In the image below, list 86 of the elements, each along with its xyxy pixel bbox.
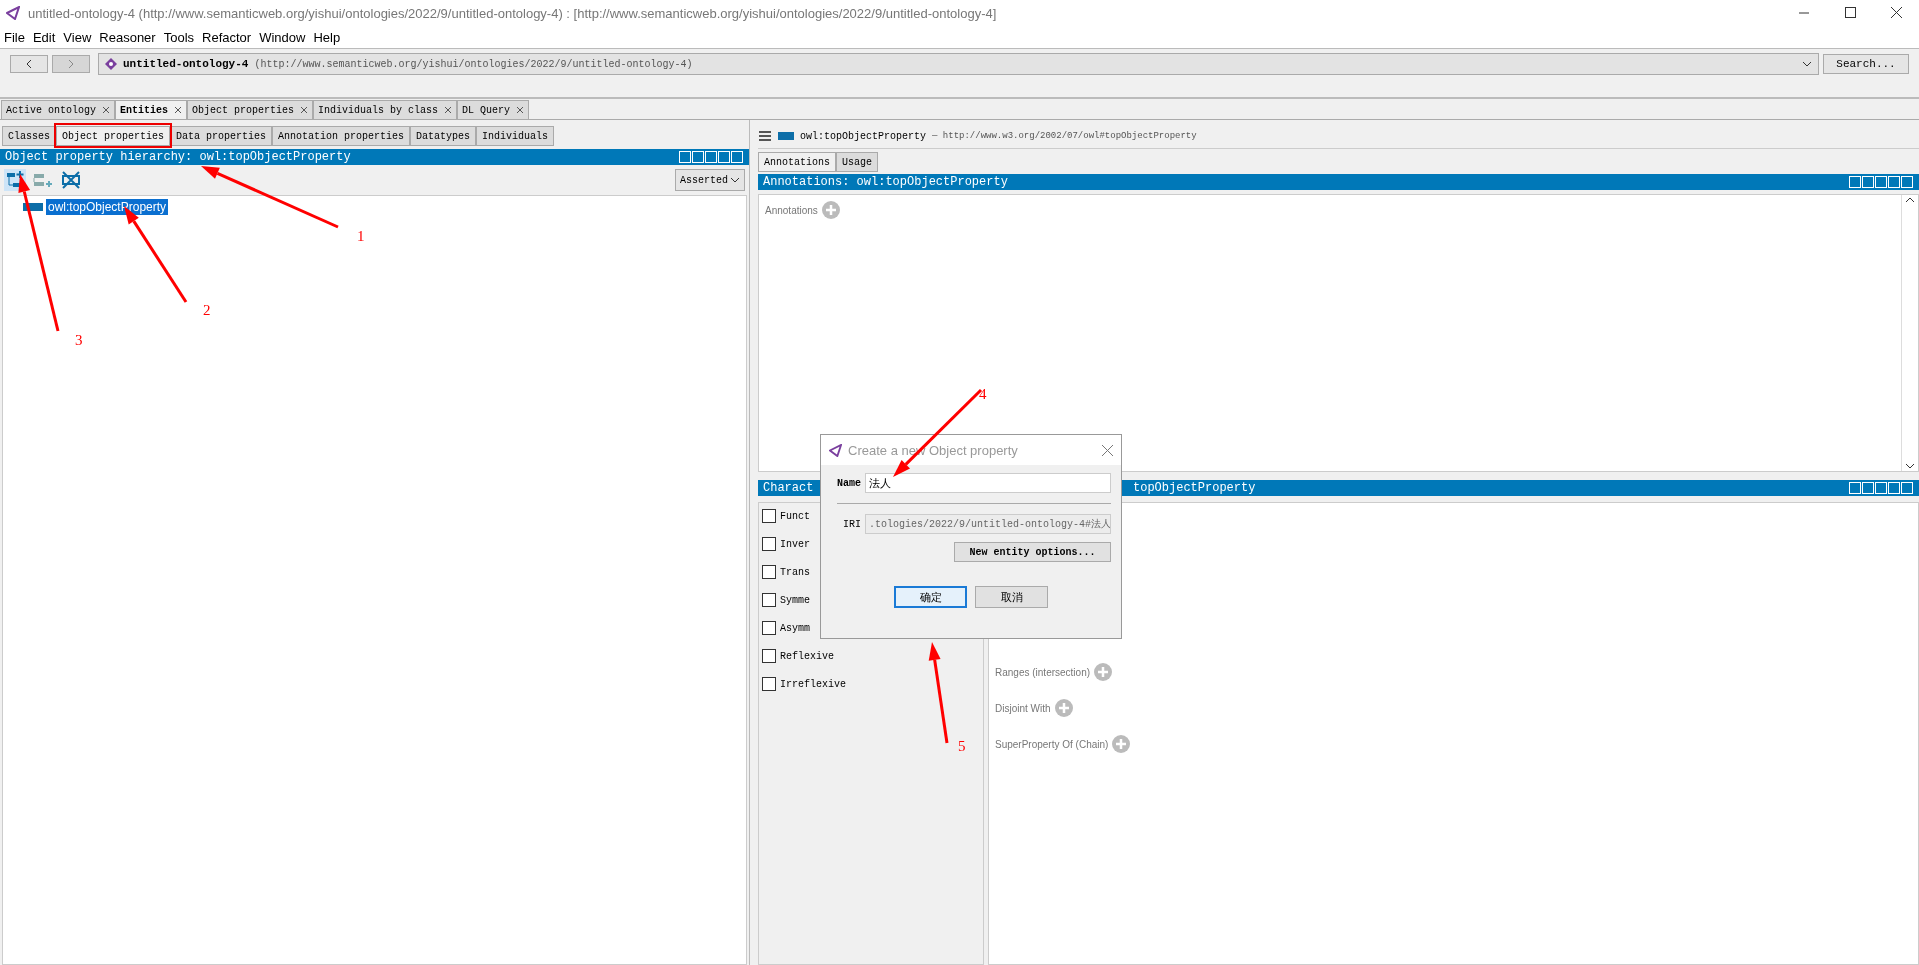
tab[interactable]: Object properties [56, 126, 171, 146]
menu-item[interactable]: Tools [163, 29, 195, 45]
checkbox-label: Asymm [780, 622, 810, 634]
close-icon[interactable] [516, 106, 525, 114]
dialog-button[interactable]: 取消 [975, 586, 1048, 608]
checkbox-label: Symme [780, 594, 810, 606]
callout-number: 4 [979, 386, 987, 403]
menu-item[interactable]: Edit [32, 29, 56, 45]
tab[interactable]: Annotations [758, 152, 836, 172]
checkbox[interactable] [762, 565, 776, 579]
ontology-selector[interactable]: untitled-ontology-4 (http://www.semanticweb.org/yishui/ontologies/2022/9/untitled-ontology-4) [98, 53, 1819, 75]
chevron-down-icon [730, 177, 740, 183]
entity-iri: — http://www.w3.org/2002/07/owl#topObjectProperty [932, 131, 1197, 141]
checkbox-label: Reflexive [780, 650, 834, 662]
panel-controls-icon[interactable] [1849, 482, 1915, 494]
close-icon[interactable] [102, 106, 110, 114]
tab[interactable]: Entities [115, 100, 188, 119]
app-logo-icon [6, 6, 20, 20]
menu-item[interactable]: Help [313, 29, 341, 45]
close-icon[interactable] [174, 106, 183, 114]
checkbox[interactable] [762, 593, 776, 607]
section-label: Annotations [765, 205, 818, 216]
tab[interactable]: Object properties [187, 100, 314, 119]
checkbox-label: Funct [780, 510, 810, 522]
tree-item[interactable]: owl:topObjectProperty [46, 199, 169, 215]
panel-title: topObjectProperty [1132, 481, 1256, 495]
scroll-down-icon[interactable] [1905, 461, 1915, 471]
panel-title: Object property hierarchy: owl:topObjectProperty [5, 150, 351, 164]
checkbox-label: Inver [780, 538, 810, 550]
iri-input-field[interactable]: .tologies/2022/9/untitled-ontology-4#法人 [865, 514, 1111, 534]
options-button[interactable]: New entity options... [954, 542, 1111, 562]
menu-icon[interactable] [758, 130, 772, 142]
tab[interactable]: DL Query [457, 100, 530, 119]
tab[interactable]: Individuals [476, 126, 555, 146]
tab[interactable]: Classes [2, 126, 56, 146]
menu-item[interactable]: Reasoner [99, 29, 156, 45]
panel-title: Charact [763, 481, 814, 495]
tab[interactable]: Individuals by class [313, 100, 458, 119]
callout-number: 2 [203, 302, 211, 319]
window-title: untitled-ontology-4 (http://www.semanticweb.org/yishui/ontologies/2022/9/untitled-ontology-4) : [http://www.semanticweb.org/yishui/ontologies/2022/9/untitled-ontology-4] [28, 5, 998, 21]
property-icon [778, 132, 794, 140]
field-label: IRI [842, 518, 861, 530]
search-button[interactable]: Search... [1823, 54, 1909, 74]
app-logo-icon [829, 443, 842, 457]
checkbox[interactable] [762, 537, 776, 551]
section-label: SuperProperty Of (Chain) [995, 738, 1109, 750]
ontology-icon [105, 58, 117, 70]
scroll-up-icon[interactable] [1905, 195, 1915, 205]
callout-number: 5 [958, 738, 966, 755]
checkbox-label: Trans [780, 566, 810, 578]
panel-title: Annotations: owl:topObjectProperty [763, 175, 1008, 189]
checkbox[interactable] [762, 649, 776, 663]
callout-number: 3 [75, 332, 83, 349]
chevron-down-icon [1802, 61, 1812, 67]
property-icon [23, 203, 43, 211]
tab[interactable]: Usage [836, 152, 879, 172]
checkbox[interactable] [762, 677, 776, 691]
dialog-button[interactable]: 确定 [894, 586, 967, 608]
delete-property-icon[interactable] [60, 169, 82, 191]
section-label: Ranges (intersection) [995, 666, 1091, 678]
ontology-name: untitled-ontology-4 [123, 58, 249, 70]
close-icon[interactable] [444, 106, 453, 114]
view-mode-value: Asserted [680, 174, 728, 186]
field-label: Name [836, 477, 861, 489]
checkbox-label: Irreflexive [780, 678, 846, 690]
tab[interactable]: Datatypes [410, 126, 477, 146]
callout-number: 1 [357, 228, 365, 245]
panel-controls-icon[interactable] [679, 151, 745, 163]
name-input-field[interactable]: 法人 [865, 473, 1111, 493]
panel-controls-icon[interactable] [1849, 176, 1915, 188]
checkbox[interactable] [762, 621, 776, 635]
menu-item[interactable]: Window [259, 29, 306, 45]
checkbox[interactable] [762, 509, 776, 523]
tab[interactable]: Annotation properties [272, 126, 411, 146]
view-mode-dropdown[interactable]: Asserted [675, 169, 745, 191]
ontology-iri: (http://www.semanticweb.org/yishui/ontologies/2022/9/untitled-ontology-4) [254, 58, 694, 70]
tab[interactable]: Active ontology [1, 100, 115, 119]
menu-item[interactable]: Refactor [202, 29, 252, 45]
tab[interactable]: Data properties [170, 126, 273, 146]
entity-name: owl:topObjectProperty [800, 130, 927, 142]
chevron-left-icon [25, 59, 33, 69]
chevron-right-icon [67, 59, 75, 69]
close-icon[interactable] [300, 106, 309, 114]
section-label: Disjoint With [995, 702, 1051, 714]
menu-item[interactable]: File [4, 29, 25, 45]
menu-item[interactable]: View [63, 29, 92, 45]
